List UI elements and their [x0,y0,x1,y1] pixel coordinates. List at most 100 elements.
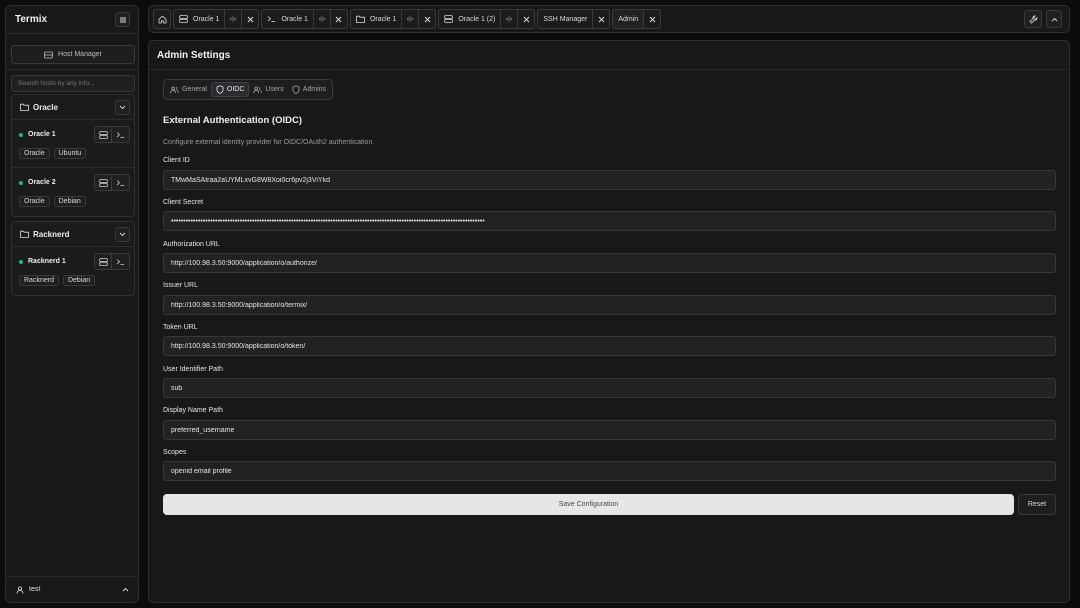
host-manager-button[interactable]: Host Manager [11,45,135,64]
group-title: Oracle [20,103,58,112]
group-name: Racknerd [33,229,70,239]
user-menu[interactable]: test [6,576,138,602]
tab-label-area[interactable]: Oracle 1 [261,9,314,29]
folder-icon [20,230,29,238]
tag: Debian [53,196,86,207]
tag: Debian [62,275,96,286]
tab-label: SSH Manager [543,15,588,23]
chevron-up-icon[interactable] [1046,10,1062,28]
close-icon[interactable] [593,9,611,29]
server-icon[interactable] [94,174,112,191]
issuer-url-label: Issuer URL [163,282,199,289]
host-actions [94,126,130,143]
chevron-down-icon[interactable] [115,99,130,115]
save-configuration-button[interactable]: Save Configuration [163,494,1014,515]
user-identifier-path-field[interactable] [163,378,1056,398]
terminal-icon[interactable] [112,126,130,143]
close-icon[interactable] [644,9,662,29]
tab-oracle-1-2-server[interactable]: Oracle 1 (2) [438,9,536,29]
close-icon[interactable] [518,9,536,29]
authorization-url-field[interactable] [163,253,1056,273]
sidebar: Termix Host Manager Oracle [5,5,139,603]
tab-label: Oracle 1 [281,15,308,23]
host-name: Oracle 2 [28,179,56,186]
terminal-icon[interactable] [112,253,130,270]
client-id-field[interactable] [163,170,1056,190]
scopes-field[interactable] [163,461,1056,481]
group-header[interactable]: Oracle [12,95,134,120]
host-group-racknerd: Racknerd Racknerd 1 Racknerd Debian [11,221,135,296]
shield-icon [292,85,300,94]
host-manager-label: Host Manager [58,51,102,58]
split-icon[interactable] [313,9,331,29]
sidebar-divider [6,69,138,70]
close-icon[interactable] [330,9,348,29]
host-item[interactable]: Oracle 1 Oracle Ubuntu [12,120,134,168]
tag: Oracle [19,148,50,159]
chevron-down-icon[interactable] [115,226,130,242]
tab-label: Oracle 1 [369,15,397,23]
tag: Racknerd [19,275,59,286]
server-icon[interactable] [94,253,112,270]
tab-ssh-manager[interactable]: SSH Manager [537,9,611,29]
group-header[interactable]: Racknerd [12,222,134,247]
token-url-field[interactable] [163,336,1056,356]
tab-label-area[interactable]: Admin [612,9,645,29]
tab-oracle-1-server[interactable]: Oracle 1 [173,9,260,29]
tab-label-area[interactable]: Oracle 1 [173,9,226,29]
tab-oracle-1-files[interactable]: Oracle 1 [349,9,437,29]
tab-users[interactable]: Users [249,82,287,97]
tab-label: Oracle 1 [193,15,220,23]
section-title: External Authentication (OIDC) [163,115,302,126]
folder-icon [356,15,365,23]
tab-bar: Oracle 1 Oracle 1 Oracle 1 Oracle 1 (2) … [148,5,1070,33]
admin-settings-panel: Admin Settings General OIDC Users Admins [148,40,1070,603]
chevron-up-icon[interactable] [122,587,129,592]
database-icon [44,51,53,59]
folder-icon [20,103,29,111]
home-icon[interactable] [153,9,171,29]
tag: Oracle [19,196,50,207]
close-icon[interactable] [419,9,437,29]
display-name-path-label: Display Name Path [163,407,223,414]
split-icon[interactable] [225,9,243,29]
host-search-input[interactable] [11,75,135,92]
tab-label: Users [265,86,284,93]
tab-label-area[interactable]: Oracle 1 [349,9,403,29]
host-tags: Oracle Ubuntu [19,148,130,159]
wrench-icon[interactable] [1024,10,1042,28]
close-icon[interactable] [242,9,260,29]
issuer-url-field[interactable] [163,295,1056,315]
host-item[interactable]: Oracle 2 Oracle Debian [12,168,134,216]
split-icon[interactable] [501,9,519,29]
server-icon[interactable] [94,126,112,143]
tab-general[interactable]: General [166,82,211,97]
tab-admin[interactable]: Admin [612,9,662,29]
topbar-actions [1024,10,1062,28]
tab-label: Admins [302,86,327,93]
scopes-label: Scopes [163,449,187,456]
tab-oracle-1-terminal[interactable]: Oracle 1 [261,9,348,29]
split-icon[interactable] [402,9,420,29]
reset-button[interactable]: Reset [1018,494,1056,515]
client-secret-field[interactable] [163,211,1056,231]
username: test [29,586,41,593]
section-description: Configure external identity provider for… [163,139,375,146]
shield-icon [216,85,224,94]
tab-label-area[interactable]: Oracle 1 (2) [438,9,502,29]
page-title: Admin Settings [149,41,1069,70]
home-tab[interactable] [153,9,171,29]
host-title: Racknerd 1 [19,258,66,265]
host-name: Oracle 1 [28,131,56,138]
host-actions [94,174,130,191]
menu-icon[interactable] [115,12,130,27]
tab-admins[interactable]: Admins [288,82,330,97]
tab-oidc[interactable]: OIDC [210,82,250,97]
host-tags: Oracle Debian [19,196,130,207]
group-name: Oracle [33,102,58,112]
host-item[interactable]: Racknerd 1 Racknerd Debian [12,247,134,295]
display-name-path-field[interactable] [163,420,1056,440]
tab-label-area[interactable]: SSH Manager [537,9,594,29]
terminal-icon[interactable] [112,174,130,191]
tab-label: Oracle 1 (2) [458,15,496,23]
